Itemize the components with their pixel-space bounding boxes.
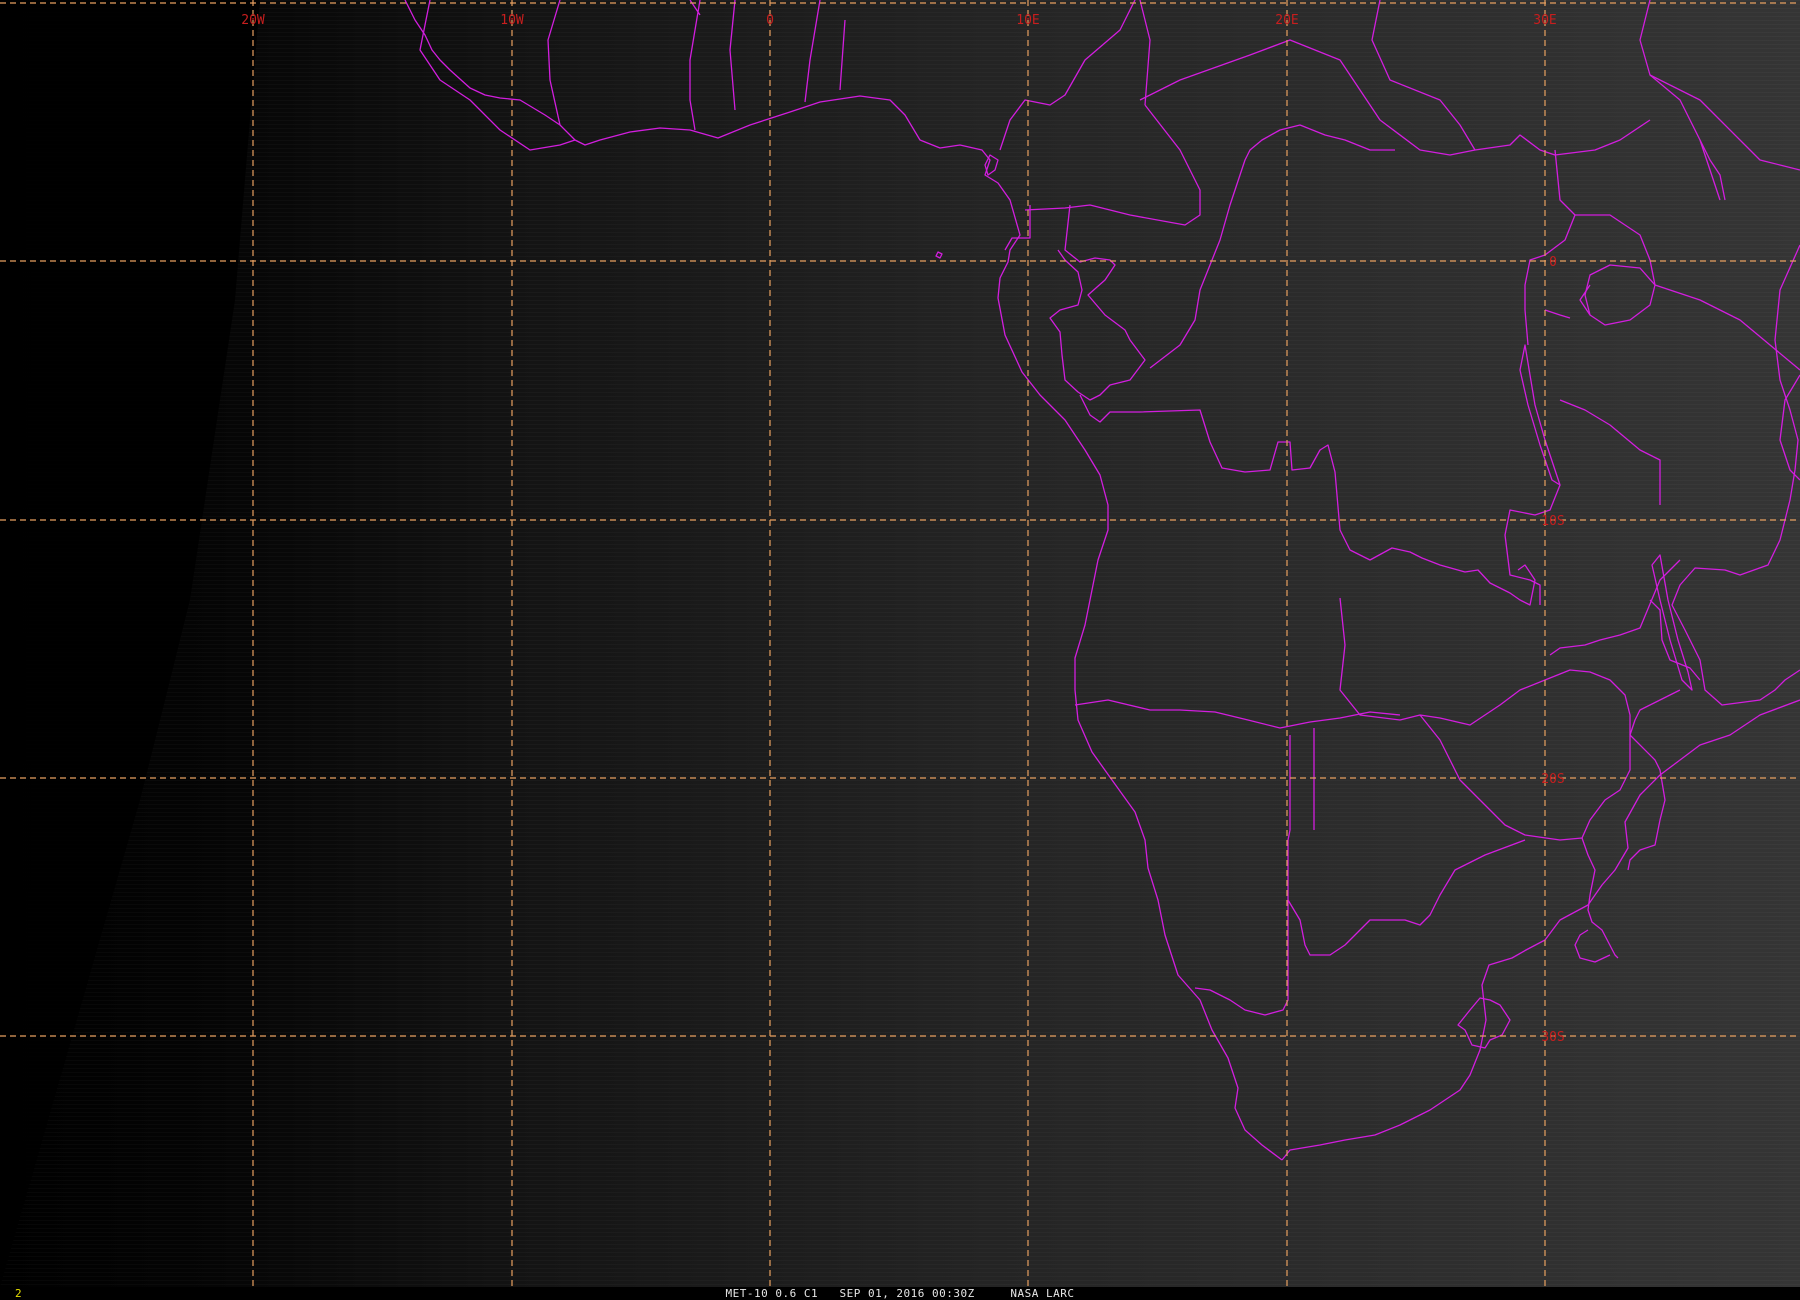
- source-label: NASA LARC: [1010, 1287, 1075, 1300]
- longitude-label: 30E: [1533, 13, 1556, 28]
- image-caption: MET-10 0.6 C1 SEP 01, 2016 00:30Z NASA L…: [0, 1287, 1800, 1300]
- image-caption-bar: 2 MET-10 0.6 C1 SEP 01, 2016 00:30Z NASA…: [0, 1287, 1800, 1300]
- satellite-map[interactable]: 20W 10W 0 10E 20E 30E 0 10S 20S 30S: [0, 0, 1800, 1287]
- latitude-label: 30S: [1541, 1030, 1564, 1045]
- scanline-texture: [0, 0, 1800, 1287]
- latitude-label: 10S: [1541, 514, 1564, 529]
- latitude-label: 20S: [1541, 772, 1564, 787]
- longitude-label: 0: [766, 13, 774, 28]
- satellite-image-viewer[interactable]: 20W 10W 0 10E 20E 30E 0 10S 20S 30S 2 MET-10 0.6 …: [0, 0, 1800, 1300]
- satellite-name: MET-10: [725, 1287, 769, 1300]
- longitude-label: 10E: [1016, 13, 1039, 28]
- latitude-label: 0: [1549, 255, 1557, 270]
- datetime-label: SEP 01, 2016 00:30Z: [839, 1287, 975, 1300]
- longitude-label: 20E: [1275, 13, 1298, 28]
- longitude-label: 20W: [241, 13, 265, 28]
- longitude-label: 10W: [500, 13, 524, 28]
- channel-label: 0.6 C1: [775, 1287, 819, 1300]
